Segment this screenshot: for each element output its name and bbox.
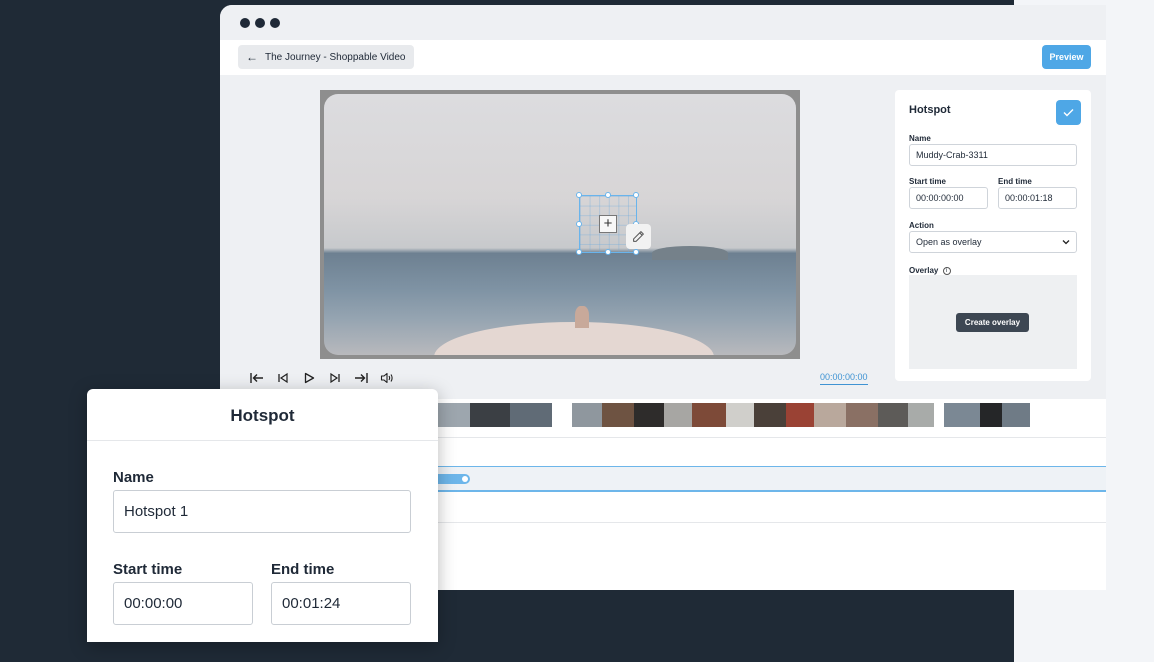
filmstrip-frame xyxy=(786,403,814,427)
island-shape xyxy=(652,246,728,260)
card-start-time-field[interactable]: 00:00:00 xyxy=(113,582,253,625)
create-overlay-button[interactable]: Create overlay xyxy=(956,313,1029,332)
timeline-divider xyxy=(438,522,1106,523)
timeline-divider xyxy=(438,437,1106,438)
filmstrip-frame xyxy=(438,403,470,427)
filmstrip-frame xyxy=(602,403,634,427)
action-select-value: Open as overlay xyxy=(916,237,982,247)
resize-handle[interactable] xyxy=(605,249,611,255)
filmstrip-frame xyxy=(754,403,786,427)
info-icon[interactable]: i xyxy=(942,266,951,275)
volume-icon[interactable] xyxy=(378,369,396,387)
start-time-field[interactable]: 00:00:00:00 xyxy=(909,187,988,209)
filmstrip-frame xyxy=(726,403,754,427)
arrow-left-icon: ← xyxy=(246,50,258,64)
name-field[interactable]: Muddy-Crab-3311 xyxy=(909,144,1077,166)
card-end-time-label: End time xyxy=(271,561,335,578)
filmstrip-frame xyxy=(908,403,934,427)
checkmark-icon xyxy=(1063,109,1074,117)
card-name-label: Name xyxy=(113,469,154,486)
overlay-label-row: Overlay i xyxy=(909,266,951,275)
preview-button[interactable]: Preview xyxy=(1042,45,1091,69)
action-label: Action xyxy=(909,221,934,230)
project-title: The Journey - Shoppable Video xyxy=(265,51,406,63)
track-bottom-line xyxy=(438,490,1106,492)
filmstrip-frame xyxy=(944,403,980,427)
name-label: Name xyxy=(909,134,931,143)
playback-controls xyxy=(248,369,396,387)
resize-handle[interactable] xyxy=(576,221,582,227)
overlay-placeholder: Create overlay xyxy=(909,275,1077,369)
confirm-button[interactable] xyxy=(1056,100,1081,125)
filmstrip-frame xyxy=(470,403,510,427)
window-titlebar xyxy=(220,5,1106,40)
filmstrip-frame xyxy=(634,403,664,427)
resize-handle[interactable] xyxy=(633,192,639,198)
filmstrip[interactable] xyxy=(438,403,1106,427)
chevron-down-icon xyxy=(1062,240,1070,245)
video-preview[interactable] xyxy=(320,90,800,359)
video-frame xyxy=(324,94,796,355)
card-title: Hotspot xyxy=(87,389,438,441)
skip-to-end-icon[interactable] xyxy=(352,369,370,387)
boat-figure-shape xyxy=(575,306,589,328)
pencil-icon xyxy=(633,231,644,242)
app-toolbar: ← The Journey - Shoppable Video Preview xyxy=(220,40,1106,75)
start-time-label: Start time xyxy=(909,177,946,186)
card-name-field[interactable]: Hotspot 1 xyxy=(113,490,411,533)
overlay-label: Overlay xyxy=(909,266,939,275)
play-icon[interactable] xyxy=(300,369,318,387)
filmstrip-frame xyxy=(980,403,1002,427)
filmstrip-frame xyxy=(1002,403,1030,427)
window-dot-icon xyxy=(270,18,280,28)
boat-bow-shape xyxy=(434,322,714,355)
filmstrip-frame xyxy=(846,403,878,427)
hotspot-track[interactable] xyxy=(438,467,1106,490)
end-time-label: End time xyxy=(998,177,1032,186)
filmstrip-frame xyxy=(664,403,692,427)
end-time-field[interactable]: 00:00:01:18 xyxy=(998,187,1077,209)
skip-to-start-icon[interactable] xyxy=(248,369,266,387)
card-start-time-label: Start time xyxy=(113,561,183,578)
action-select[interactable]: Open as overlay xyxy=(909,231,1077,253)
window-dot-icon xyxy=(255,18,265,28)
window-dot-icon xyxy=(240,18,250,28)
filmstrip-frame xyxy=(692,403,726,427)
panel-title: Hotspot xyxy=(909,104,951,116)
step-back-icon[interactable] xyxy=(274,369,292,387)
filmstrip-frame xyxy=(572,403,602,427)
plus-icon[interactable]: + xyxy=(599,215,617,233)
track-drag-handle[interactable] xyxy=(438,474,470,484)
hotspot-settings-panel: Hotspot Name Muddy-Crab-3311 Start time … xyxy=(895,90,1091,381)
back-button[interactable]: ← The Journey - Shoppable Video xyxy=(238,45,415,69)
step-forward-icon[interactable] xyxy=(326,369,344,387)
edit-hotspot-button[interactable] xyxy=(626,224,651,249)
resize-handle[interactable] xyxy=(633,249,639,255)
hotspot-card: Hotspot Name Hotspot 1 Start time 00:00:… xyxy=(87,389,438,642)
current-timecode[interactable]: 00:00:00:00 xyxy=(820,372,868,385)
filmstrip-frame xyxy=(878,403,908,427)
resize-handle[interactable] xyxy=(576,249,582,255)
resize-handle[interactable] xyxy=(576,192,582,198)
card-end-time-field[interactable]: 00:01:24 xyxy=(271,582,411,625)
resize-handle[interactable] xyxy=(605,192,611,198)
filmstrip-frame xyxy=(510,403,552,427)
filmstrip-frame xyxy=(814,403,846,427)
